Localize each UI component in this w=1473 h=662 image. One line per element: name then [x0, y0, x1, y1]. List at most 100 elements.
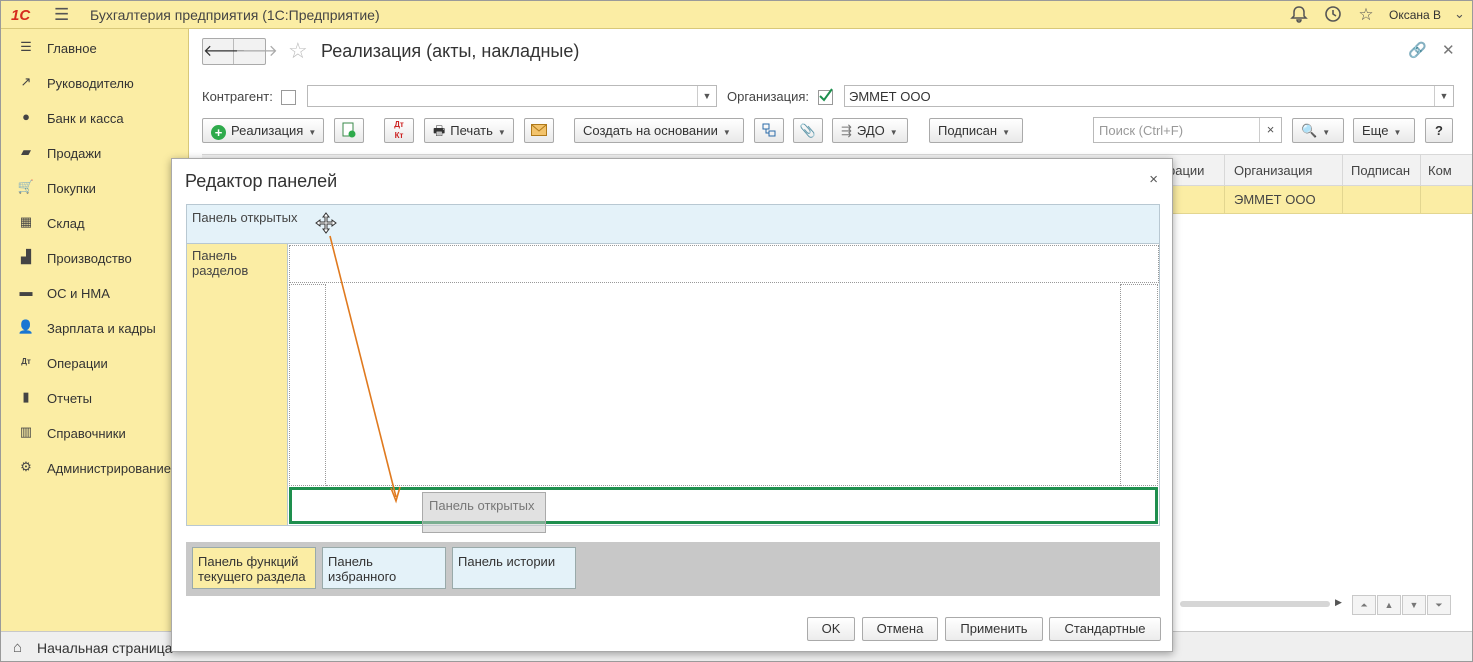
app-logo: 1С [11, 7, 31, 24]
help-button[interactable]: ? [1425, 118, 1453, 143]
print-button[interactable]: 🖶 Печать ▼ [424, 118, 514, 143]
standard-button[interactable]: Стандартные [1049, 617, 1161, 641]
edo-icon: ⇶ [841, 123, 852, 138]
dragged-panel-label: Панель открытых [429, 498, 535, 513]
forward-arrow-icon[interactable]: 🡒 [235, 39, 278, 64]
factory-icon: ▟ [21, 249, 31, 264]
bell-icon[interactable] [1289, 5, 1309, 25]
panel-history[interactable]: Панель истории [452, 547, 576, 589]
structure-icon[interactable] [754, 118, 784, 143]
dt-kt-icon[interactable]: Дт Кт [384, 118, 414, 143]
drop-zone-bottom-highlight[interactable] [289, 487, 1158, 524]
copy-doc-icon[interactable] [334, 118, 364, 143]
drop-zone-left[interactable] [289, 284, 326, 486]
sidebar-item-label: Справочники [47, 426, 126, 441]
panel-editor-dialog: Редактор панелей × Панель открытых Панел… [171, 158, 1173, 652]
org-checkbox[interactable] [818, 88, 833, 105]
sidebar-item-label: Склад [47, 216, 85, 231]
cancel-button[interactable]: Отмена [862, 617, 938, 641]
dragged-panel[interactable]: Панель открытых [422, 492, 546, 533]
dialog-title: Редактор панелей [185, 171, 338, 191]
grid-icon: ▦ [19, 214, 33, 229]
more-button[interactable]: Еще ▼ [1353, 118, 1415, 143]
signed-button[interactable]: Подписан ▼ [929, 118, 1023, 143]
link-icon[interactable]: 🔗 [1408, 41, 1427, 59]
sidebar-item-label: Продажи [47, 146, 102, 161]
first-icon[interactable]: ⏶ [1352, 595, 1376, 615]
panel-favorites[interactable]: Панель избранного [322, 547, 446, 589]
plus-icon: + [211, 125, 226, 140]
sidebar-item[interactable]: Дт Операции [1, 345, 189, 380]
contractor-checkbox[interactable] [281, 90, 296, 105]
sidebar-item[interactable]: ● Банк и касса [1, 100, 189, 135]
org-field[interactable]: ЭММЕТ ООО ▼ [844, 85, 1454, 107]
apply-button[interactable]: Применить [945, 617, 1043, 641]
sidebar-item[interactable]: ⚙ Администрирование [1, 450, 189, 485]
ok-button[interactable]: OK [807, 617, 855, 641]
grid-header-comment[interactable]: Ком [1428, 163, 1452, 178]
sidebar-item-label: Зарплата и кадры [47, 321, 156, 336]
bag-icon: ▰ [21, 144, 31, 159]
person-icon: 👤 [17, 319, 35, 334]
sidebar-item[interactable]: ▬ ОС и НМА [1, 275, 189, 310]
panel-sections-slot[interactable]: Панель разделов [186, 244, 288, 526]
sidebar-item[interactable]: ▥ Справочники [1, 415, 189, 450]
books-icon: ▥ [19, 424, 33, 439]
search-button[interactable]: 🔍 ▼ [1292, 118, 1344, 143]
sidebar-item[interactable]: ▮ Отчеты [1, 380, 189, 415]
search-icon: 🔍 [1301, 123, 1318, 138]
grid-header-operation[interactable]: рации [1168, 163, 1204, 178]
sidebar-item[interactable]: 🛒 Покупки [1, 170, 189, 205]
drop-zone-top[interactable] [289, 245, 1159, 283]
down-icon[interactable]: ▼ [1402, 595, 1426, 615]
grid-header-organization[interactable]: Организация [1234, 163, 1312, 178]
chevron-down-icon[interactable]: ⌄ [1454, 6, 1465, 22]
search-input[interactable]: Поиск (Ctrl+F) × [1093, 117, 1282, 143]
create-based-button[interactable]: Создать на основании ▼ [574, 118, 744, 143]
row-organization: ЭММЕТ ООО [1234, 192, 1316, 207]
up-icon[interactable]: ▲ [1377, 595, 1401, 615]
home-icon[interactable]: ⌂ [13, 639, 22, 656]
home-tab[interactable]: Начальная страница [37, 640, 172, 656]
panel-left-label: Панель разделов [192, 248, 249, 278]
cart-icon: 🛒 [17, 179, 35, 194]
panel-current-section-functions[interactable]: Панель функций текущего раздела [192, 547, 316, 589]
chevron-down-icon[interactable]: ▼ [697, 86, 716, 106]
chevron-down-icon[interactable]: ▼ [1434, 86, 1453, 106]
sidebar-item-label: Производство [47, 251, 132, 266]
sidebar-item[interactable]: ↗ Руководителю [1, 65, 189, 100]
sidebar-item[interactable]: 👤 Зарплата и кадры [1, 310, 189, 345]
user-name[interactable]: Оксана В [1389, 8, 1441, 22]
horizontal-scrollbar[interactable] [1180, 601, 1330, 607]
sidebar-item[interactable]: ▟ Производство [1, 240, 189, 275]
history-icon[interactable] [1323, 5, 1343, 25]
sidebar-item-label: Главное [47, 41, 97, 56]
dt-kt-icon: Дт [21, 357, 31, 366]
last-icon[interactable]: ⏷ [1427, 595, 1451, 615]
edo-button[interactable]: ⇶ ЭДО ▼ [832, 118, 908, 143]
star-icon[interactable]: ☆ [1356, 5, 1376, 25]
sidebar-item[interactable]: ☰ Главное [1, 30, 189, 65]
back-arrow-icon[interactable]: 🡐 [203, 39, 246, 64]
app-title: Бухгалтерия предприятия (1С:Предприятие) [90, 7, 380, 23]
scroll-right-icon[interactable]: ▶ [1335, 597, 1342, 608]
drop-zone-right[interactable] [1120, 284, 1158, 486]
work-area [288, 244, 1160, 526]
sidebar-item[interactable]: ▰ Продажи [1, 135, 189, 170]
close-icon[interactable]: × [1149, 171, 1158, 188]
sidebar-item-label: Операции [47, 356, 108, 371]
grid-header-signed[interactable]: Подписан [1351, 163, 1410, 178]
clear-search-icon[interactable]: × [1259, 118, 1281, 142]
menu-lines-icon: ☰ [20, 39, 32, 54]
paperclip-icon[interactable]: 📎 [793, 118, 823, 143]
close-icon[interactable]: ✕ [1442, 41, 1455, 59]
realization-button[interactable]: + Реализация ▼ [202, 118, 324, 143]
mail-icon[interactable] [524, 118, 554, 143]
coin-icon: ● [22, 109, 30, 124]
panel-top-label: Панель открытых [192, 210, 298, 225]
favorite-star-icon[interactable]: ☆ [288, 38, 308, 64]
sidebar-item[interactable]: ▦ Склад [1, 205, 189, 240]
main-menu-icon[interactable]: ☰ [54, 6, 72, 24]
sections-sidebar: ☰ Главное ↗ Руководителю ● Банк и касса ▰ Прода… [1, 29, 189, 631]
contractor-field[interactable]: ▼ [307, 85, 717, 107]
